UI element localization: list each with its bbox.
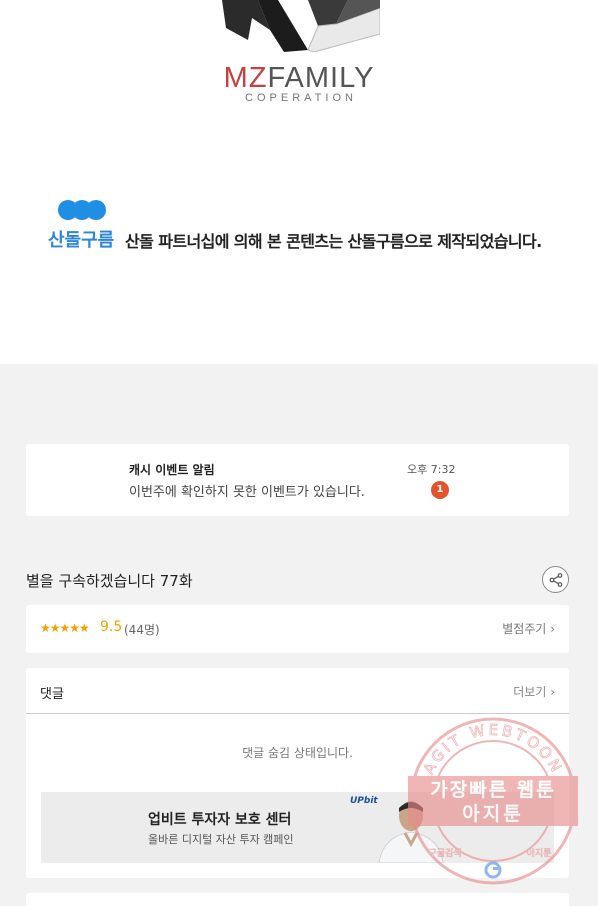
ad-title: 업비트 투자자 보호 센터 (148, 812, 292, 828)
notification-time: 오후 7:32 (407, 463, 456, 476)
ad-subtitle: 올바른 디지털 자산 투자 캠페인 (148, 833, 294, 846)
cash-event-notification[interactable]: 캐시 이벤트 알림 이번주에 확인하지 못한 이벤트가 있습니다. 오후 7:3… (26, 444, 569, 516)
rating-score: 9.5 (100, 619, 123, 635)
rate-button-label: 별점주기 (502, 622, 547, 636)
notification-count-badge: 1 (431, 481, 449, 499)
content-credit-panel: MZFAMILY COPERATION 산돌구름 산돌 파트너십에 의해 본 콘… (0, 0, 598, 364)
notification-title: 캐시 이벤트 알림 (129, 463, 215, 477)
svg-text:구글검색: 구글검색 (428, 847, 461, 859)
notification-body: 이번주에 확인하지 못한 이벤트가 있습니다. (129, 485, 365, 500)
partner-notice: 산돌 파트너십에 의해 본 콘텐츠는 산돌구름으로 제작되었습니다. (125, 232, 542, 251)
rating-card: ★★★★★ 9.5 (44명) 별점주기 › (26, 605, 569, 653)
brand-name-rest: FAMILY (267, 62, 375, 94)
partner-name: 산돌구름 (48, 230, 115, 251)
chevron-right-icon: › (550, 622, 555, 636)
share-icon (549, 573, 563, 587)
comment-more-button[interactable]: 더보기 › (513, 683, 555, 700)
agit-webtoon-watermark: AGIT WEBTOON 가장빠른 웹툰 아지툰 구글검색 아지툰 (405, 716, 581, 886)
svg-text:아지툰: 아지툰 (462, 803, 523, 825)
brand-subtitle: COPERATION (245, 92, 357, 104)
mzfamily-logo-mark (222, 0, 380, 52)
share-button[interactable] (542, 566, 569, 593)
more-button-label: 더보기 (513, 685, 547, 699)
brand-name: MZFAMILY (0, 62, 598, 95)
chevron-right-icon: › (550, 685, 555, 699)
svg-text:가장빠른 웹툰: 가장빠른 웹툰 (430, 779, 556, 801)
star-icon: ★★★★★ (40, 621, 90, 635)
svg-text:아지툰: 아지툰 (527, 848, 552, 859)
episode-title: 별을 구속하겠습니다 77화 (26, 572, 193, 590)
comment-label: 댓글 (40, 687, 64, 702)
brand-name-accent: MZ (223, 62, 268, 94)
next-section-card (26, 893, 569, 906)
rate-button[interactable]: 별점주기 › (502, 620, 555, 637)
watermark-seal-icon: AGIT WEBTOON 가장빠른 웹툰 아지툰 구글검색 아지툰 (408, 717, 578, 885)
rating-count: (44명) (124, 623, 160, 637)
comment-header: 댓글 더보기 › (26, 668, 569, 714)
